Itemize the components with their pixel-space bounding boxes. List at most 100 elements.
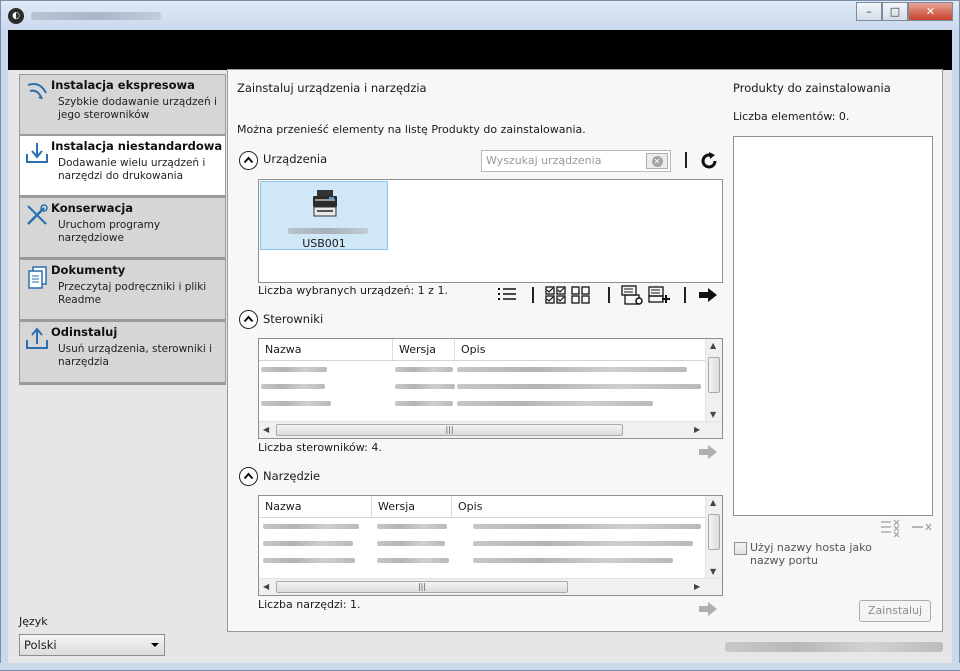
uninstall-icon xyxy=(26,327,48,349)
device-search-input[interactable]: Wyszukaj urządzenia ✕ xyxy=(481,150,671,172)
products-list[interactable] xyxy=(733,136,933,516)
nav-item-desc: Szybkie dodawanie urządzeń i jego sterow… xyxy=(58,96,217,121)
cell-blurred xyxy=(377,558,449,563)
column-header-name[interactable]: Nazwa xyxy=(259,496,372,517)
table-row[interactable] xyxy=(259,378,722,395)
drivers-collapse-button[interactable] xyxy=(239,310,258,329)
nav-item-title: Instalacja niestandardowa xyxy=(51,139,223,153)
main-panel: Zainstaluj urządzenia i narzędzia Można … xyxy=(227,69,943,632)
move-right-arrow-icon[interactable] xyxy=(698,287,718,303)
use-hostname-checkbox[interactable] xyxy=(734,542,747,555)
toolbar-separator xyxy=(608,287,610,303)
close-button[interactable]: ✕ xyxy=(908,2,953,21)
horizontal-scrollbar[interactable]: ◀ ||| ▶ xyxy=(259,421,722,438)
nav-item-desc: Dodawanie wielu urządzeń i narzędzi do d… xyxy=(58,157,206,182)
table-row[interactable] xyxy=(259,518,722,535)
list-view-icon[interactable] xyxy=(496,286,518,304)
vertical-scrollbar[interactable]: ▲ ▼ xyxy=(705,496,722,578)
search-clear-button[interactable]: ✕ xyxy=(646,153,668,169)
devices-collapse-button[interactable] xyxy=(239,151,258,170)
use-hostname-label: Użyj nazwy hosta jako nazwy portu xyxy=(750,541,872,567)
column-header-name[interactable]: Nazwa xyxy=(259,339,393,360)
table-row[interactable] xyxy=(259,361,722,378)
window-controls: – □ ✕ xyxy=(856,2,953,21)
scroll-up-icon[interactable]: ▲ xyxy=(710,498,716,507)
minimize-button[interactable]: – xyxy=(856,2,882,21)
column-header-description[interactable]: Opis xyxy=(455,339,707,360)
search-placeholder: Wyszukaj urządzenia xyxy=(486,154,602,167)
scroll-thumb[interactable] xyxy=(708,514,720,550)
drivers-table[interactable]: Nazwa Wersja Opis ▲ ▼ ◀ ||| ▶ xyxy=(258,338,723,439)
nav-item-maintenance[interactable]: Konserwacja Uruchom programy narzędziowe xyxy=(20,198,225,258)
add-tools-arrow-icon[interactable] xyxy=(698,602,718,616)
devices-section-label: Urządzenia xyxy=(263,152,328,166)
select-all-icon[interactable] xyxy=(545,286,567,304)
add-drivers-arrow-icon[interactable] xyxy=(698,445,718,459)
horizontal-scrollbar[interactable]: ◀ ||| ▶ xyxy=(259,578,722,595)
language-label: Język xyxy=(19,615,48,628)
column-header-version[interactable]: Wersja xyxy=(372,496,452,517)
vertical-scrollbar[interactable]: ▲ ▼ xyxy=(705,339,722,421)
device-label: USB001 xyxy=(302,237,346,250)
scroll-down-icon[interactable]: ▼ xyxy=(710,410,716,419)
device-tile[interactable]: USB001 xyxy=(260,181,388,250)
left-nav: Instalacja ekspresowa Szybkie dodawanie … xyxy=(19,74,226,385)
scroll-down-icon[interactable]: ▼ xyxy=(710,567,716,576)
table-row[interactable] xyxy=(259,535,722,552)
refresh-icon[interactable] xyxy=(699,151,719,171)
cell-blurred xyxy=(473,524,701,529)
custom-install-icon xyxy=(26,143,48,163)
scroll-right-icon[interactable]: ▶ xyxy=(694,582,700,591)
nav-item-title: Odinstaluj xyxy=(51,325,118,339)
tools-collapse-button[interactable] xyxy=(239,467,258,486)
nav-item-documents[interactable]: Dokumenty Przeczytaj podręczniki i pliki… xyxy=(20,260,225,320)
nav-item-express-install[interactable]: Instalacja ekspresowa Szybkie dodawanie … xyxy=(20,75,225,135)
clear-all-icon[interactable] xyxy=(911,522,933,532)
language-select[interactable]: Polski xyxy=(19,634,165,656)
device-list[interactable]: USB001 xyxy=(258,179,723,283)
column-header-description[interactable]: Opis xyxy=(452,496,707,517)
scroll-thumb[interactable]: ||| xyxy=(276,581,568,593)
column-header-version[interactable]: Wersja xyxy=(393,339,455,360)
drivers-section-label: Sterowniki xyxy=(263,312,324,326)
cell-blurred xyxy=(457,401,653,406)
express-install-icon xyxy=(27,83,47,100)
nav-item-title: Konserwacja xyxy=(51,201,134,215)
add-device-icon[interactable] xyxy=(647,283,671,305)
cell-blurred xyxy=(473,558,673,563)
device-settings-icon[interactable] xyxy=(620,284,644,306)
scroll-left-icon[interactable]: ◀ xyxy=(263,582,269,591)
table-row[interactable] xyxy=(259,395,722,412)
scroll-thumb[interactable] xyxy=(708,357,720,393)
nav-item-custom-install[interactable]: Instalacja niestandardowa Dodawanie wiel… xyxy=(20,136,225,196)
nav-item-desc: Przeczytaj podręczniki i pliki Readme xyxy=(58,281,207,306)
cell-blurred xyxy=(473,541,693,546)
nav-item-uninstall[interactable]: Odinstaluj Usuń urządzenia, sterowniki i… xyxy=(20,322,225,382)
tools-table[interactable]: Nazwa Wersja Opis ▲ ▼ ◀ ||| ▶ xyxy=(258,495,723,596)
maximize-button[interactable]: □ xyxy=(882,2,908,21)
table-header: Nazwa Wersja Opis xyxy=(259,496,722,518)
products-count: Liczba elementów: 0. xyxy=(733,110,850,123)
page-title: Zainstaluj urządzenia i narzędzia xyxy=(237,81,427,95)
chevron-up-icon xyxy=(243,315,254,323)
table-row[interactable] xyxy=(259,552,722,569)
install-button[interactable]: Zainstaluj xyxy=(859,600,931,622)
scroll-right-icon[interactable]: ▶ xyxy=(694,425,700,434)
cell-blurred xyxy=(377,541,445,546)
clear-selected-icon[interactable] xyxy=(880,519,904,537)
header-banner xyxy=(8,30,952,70)
tools-count: Liczba narzędzi: 1. xyxy=(258,598,361,611)
window-frame-bottom xyxy=(0,663,960,671)
scroll-up-icon[interactable]: ▲ xyxy=(710,341,716,350)
window-frame-left xyxy=(0,30,8,671)
chevron-up-icon xyxy=(243,156,254,164)
products-title: Produkty do zainstalowania xyxy=(733,81,891,95)
title-bar: ◐ – □ ✕ xyxy=(0,0,960,30)
window-frame-right xyxy=(952,30,960,671)
maintenance-icon xyxy=(27,204,48,225)
device-count: Liczba wybranych urządzeń: 1 z 1. xyxy=(258,284,448,297)
toolbar-separator xyxy=(532,287,534,303)
deselect-all-icon[interactable] xyxy=(570,286,592,304)
scroll-left-icon[interactable]: ◀ xyxy=(263,425,269,434)
scroll-thumb[interactable]: ||| xyxy=(276,424,623,436)
